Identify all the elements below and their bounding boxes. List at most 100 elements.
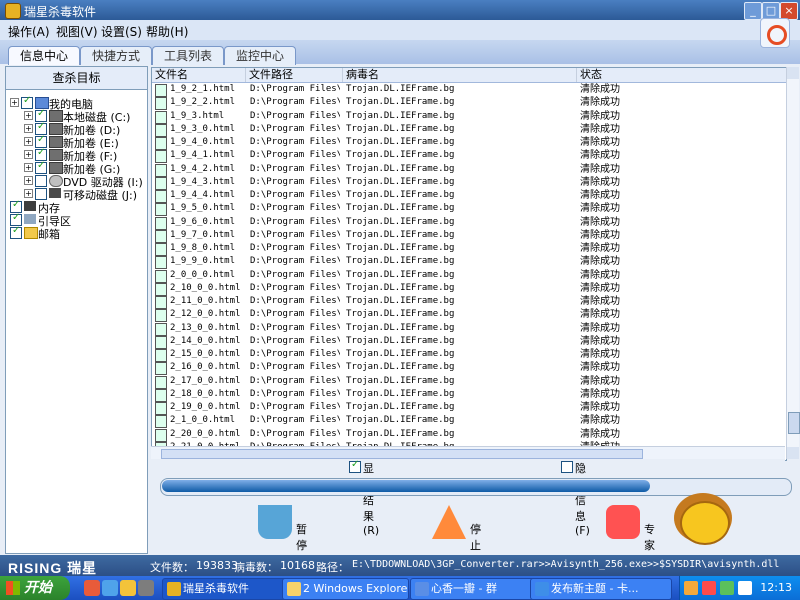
cell-file: 2_17_0_0.html bbox=[170, 375, 241, 386]
scan-progress-fill bbox=[162, 480, 650, 492]
expand-icon[interactable]: + bbox=[24, 189, 33, 198]
table-row[interactable]: 2_10_0_0.html D:\Program Files\... Trojan.… bbox=[152, 282, 786, 296]
hide-info-checkbox[interactable] bbox=[561, 461, 573, 473]
col-path[interactable]: 文件路径 bbox=[246, 68, 343, 82]
table-row[interactable]: 1_9_7_0.html D:\Program Files\... Trojan.D… bbox=[152, 229, 786, 243]
tree-checkbox[interactable] bbox=[21, 95, 33, 109]
tray-icon-1[interactable] bbox=[684, 581, 698, 595]
table-row[interactable]: 1_9_5_0.html D:\Program Files\... Trojan.D… bbox=[152, 202, 786, 217]
menu-settings[interactable]: 设置(S) bbox=[101, 23, 142, 40]
table-row[interactable]: 1_9_4_4.html D:\Program Files\... Trojan.D… bbox=[152, 189, 786, 203]
files-count: 193833 bbox=[196, 559, 238, 572]
table-row[interactable]: 2_19_0_0.html D:\Program Files\... Trojan.… bbox=[152, 401, 786, 415]
cell-file: 1_9_7_0.html bbox=[170, 229, 236, 240]
tray-icon-2[interactable] bbox=[702, 581, 716, 595]
tab-tools[interactable]: 工具列表 bbox=[152, 46, 224, 65]
qq-task-icon bbox=[415, 582, 429, 596]
tree-checkbox[interactable] bbox=[35, 188, 47, 200]
table-row[interactable]: 2_15_0_0.html D:\Program Files\... Trojan.… bbox=[152, 348, 786, 362]
menu-view[interactable]: 视图(V) bbox=[56, 23, 98, 40]
tab-info-center[interactable]: 信息中心 bbox=[8, 46, 80, 65]
table-row[interactable]: 2_1_0_0.html D:\Program Files\... Trojan.D… bbox=[152, 414, 786, 429]
html-file-icon bbox=[155, 190, 167, 203]
lifebuoy-help-icon[interactable] bbox=[760, 18, 790, 48]
expand-icon[interactable]: + bbox=[24, 137, 33, 146]
cell-status: 清除成功 bbox=[580, 428, 620, 440]
table-row[interactable]: 1_9_3.html D:\Program Files\... Trojan.DL.… bbox=[152, 110, 786, 124]
table-row[interactable]: 2_20_0_0.html D:\Program Files\... Trojan.… bbox=[152, 428, 786, 442]
table-row[interactable]: 1_9_8_0.html D:\Program Files\... Trojan.D… bbox=[152, 242, 786, 256]
cell-file: 2_19_0_0.html bbox=[170, 402, 241, 412]
table-row[interactable]: 2_16_0_0.html D:\Program Files\... Trojan.… bbox=[152, 361, 786, 376]
taskbar-explorer[interactable]: 2 Windows Explorer bbox=[282, 578, 409, 600]
expand-icon[interactable]: + bbox=[24, 124, 33, 133]
cell-status: 清除成功 bbox=[580, 309, 620, 321]
tab-monitor[interactable]: 监控中心 bbox=[224, 46, 296, 65]
taskbar-rising[interactable]: 瑞星杀毒软件 bbox=[162, 578, 294, 600]
table-row[interactable]: 1_9_6_0.html D:\Program Files\... Trojan.D… bbox=[152, 216, 786, 230]
mail-icon bbox=[24, 227, 38, 239]
cell-status: 清除成功 bbox=[580, 176, 620, 188]
virus-label: 病毒数： bbox=[234, 561, 278, 574]
quicklaunch-icon-1[interactable] bbox=[84, 580, 100, 596]
taskbar-post[interactable]: 发布新主题 - 卡... bbox=[530, 578, 672, 600]
table-row[interactable]: 2_0_0_0.html D:\Program Files\... Trojan.D… bbox=[152, 269, 786, 283]
table-row[interactable]: 2_17_0_0.html D:\Program Files\... Trojan.… bbox=[152, 375, 786, 389]
vertical-scrollbar[interactable] bbox=[786, 67, 800, 459]
quicklaunch-icon-3[interactable] bbox=[120, 580, 136, 596]
show-result-checkbox[interactable] bbox=[349, 459, 361, 473]
cell-file: 1_9_4_3.html bbox=[170, 176, 236, 187]
quicklaunch-icon-4[interactable] bbox=[138, 580, 154, 596]
quicklaunch-icon-2[interactable] bbox=[102, 580, 118, 596]
html-file-icon bbox=[155, 415, 167, 429]
expand-icon[interactable]: + bbox=[24, 163, 33, 172]
col-virus[interactable]: 病毒名 bbox=[343, 68, 577, 82]
cell-file: 2_11_0_0.html bbox=[170, 296, 241, 306]
table-row[interactable]: 2_11_0_0.html D:\Program Files\... Trojan.… bbox=[152, 295, 786, 309]
tree-checkbox[interactable] bbox=[10, 225, 22, 239]
tray-icon-3[interactable] bbox=[720, 581, 734, 595]
table-row[interactable]: 1_9_4_2.html D:\Program Files\... Trojan.D… bbox=[152, 163, 786, 177]
start-button[interactable]: 开始 bbox=[0, 576, 70, 600]
expand-icon[interactable]: + bbox=[24, 176, 33, 185]
lion-mascot-icon bbox=[670, 487, 736, 545]
tree-checkbox[interactable] bbox=[35, 160, 47, 174]
table-row[interactable]: 1_9_2_1.html D:\Program Files\... Trojan.D… bbox=[152, 83, 786, 97]
table-row[interactable]: 2_13_0_0.html D:\Program Files\... Trojan.… bbox=[152, 322, 786, 336]
tray-icon-4[interactable] bbox=[738, 581, 752, 595]
table-row[interactable]: 2_14_0_0.html D:\Program Files\... Trojan.… bbox=[152, 335, 786, 349]
col-status[interactable]: 状态 bbox=[577, 68, 785, 82]
cell-path: D:\Program Files\... bbox=[250, 163, 340, 174]
col-file[interactable]: 文件名 bbox=[152, 68, 246, 82]
cell-file: 2_10_0_0.html bbox=[170, 282, 241, 293]
cell-status: 清除成功 bbox=[580, 349, 620, 360]
table-row[interactable]: 1_9_9_0.html D:\Program Files\... Trojan.D… bbox=[152, 255, 786, 270]
table-row[interactable]: 2_12_0_0.html D:\Program Files\... Trojan.… bbox=[152, 308, 786, 323]
expand-icon[interactable]: + bbox=[24, 150, 33, 159]
table-row[interactable]: 1_9_3_0.html D:\Program Files\... Trojan.D… bbox=[152, 123, 786, 137]
tree-checkbox[interactable] bbox=[35, 175, 47, 187]
minimize-button[interactable]: _ bbox=[744, 2, 762, 20]
menu-help[interactable]: 帮助(H) bbox=[146, 23, 188, 40]
table-row[interactable]: 1_9_2_2.html D:\Program Files\... Trojan.D… bbox=[152, 96, 786, 111]
table-row[interactable]: 1_9_4_1.html D:\Program Files\... Trojan.D… bbox=[152, 149, 786, 164]
scroll-down-button[interactable] bbox=[787, 447, 799, 459]
expand-icon[interactable]: + bbox=[10, 98, 19, 107]
table-row[interactable]: 2_18_0_0.html D:\Program Files\... Trojan.… bbox=[152, 388, 786, 402]
cell-virus: Trojan.DL.IEFrame.bg bbox=[346, 190, 455, 200]
expand-icon[interactable]: + bbox=[24, 111, 33, 120]
menu-operate[interactable]: 操作(A) bbox=[8, 23, 50, 40]
horizontal-scrollbar[interactable] bbox=[151, 446, 785, 459]
scroll-thumb[interactable] bbox=[788, 412, 800, 434]
cell-file: 2_13_0_0.html bbox=[170, 322, 241, 333]
tab-shortcuts[interactable]: 快捷方式 bbox=[80, 46, 152, 65]
table-row[interactable]: 1_9_4_3.html D:\Program Files\... Trojan.D… bbox=[152, 176, 786, 190]
horizontal-scroll-thumb[interactable] bbox=[161, 449, 643, 459]
cell-status: 清除成功 bbox=[580, 150, 620, 162]
taskbar-qq-group[interactable]: 心香一瓣 - 群 bbox=[410, 578, 537, 600]
taskbar-explorer-label: 2 Windows Explorer bbox=[303, 582, 409, 595]
windows-logo-icon bbox=[6, 581, 20, 595]
table-row[interactable]: 1_9_4_0.html D:\Program Files\... Trojan.D… bbox=[152, 136, 786, 150]
cell-path: D:\Program Files\... bbox=[250, 428, 340, 439]
scroll-up-button[interactable] bbox=[787, 67, 799, 79]
